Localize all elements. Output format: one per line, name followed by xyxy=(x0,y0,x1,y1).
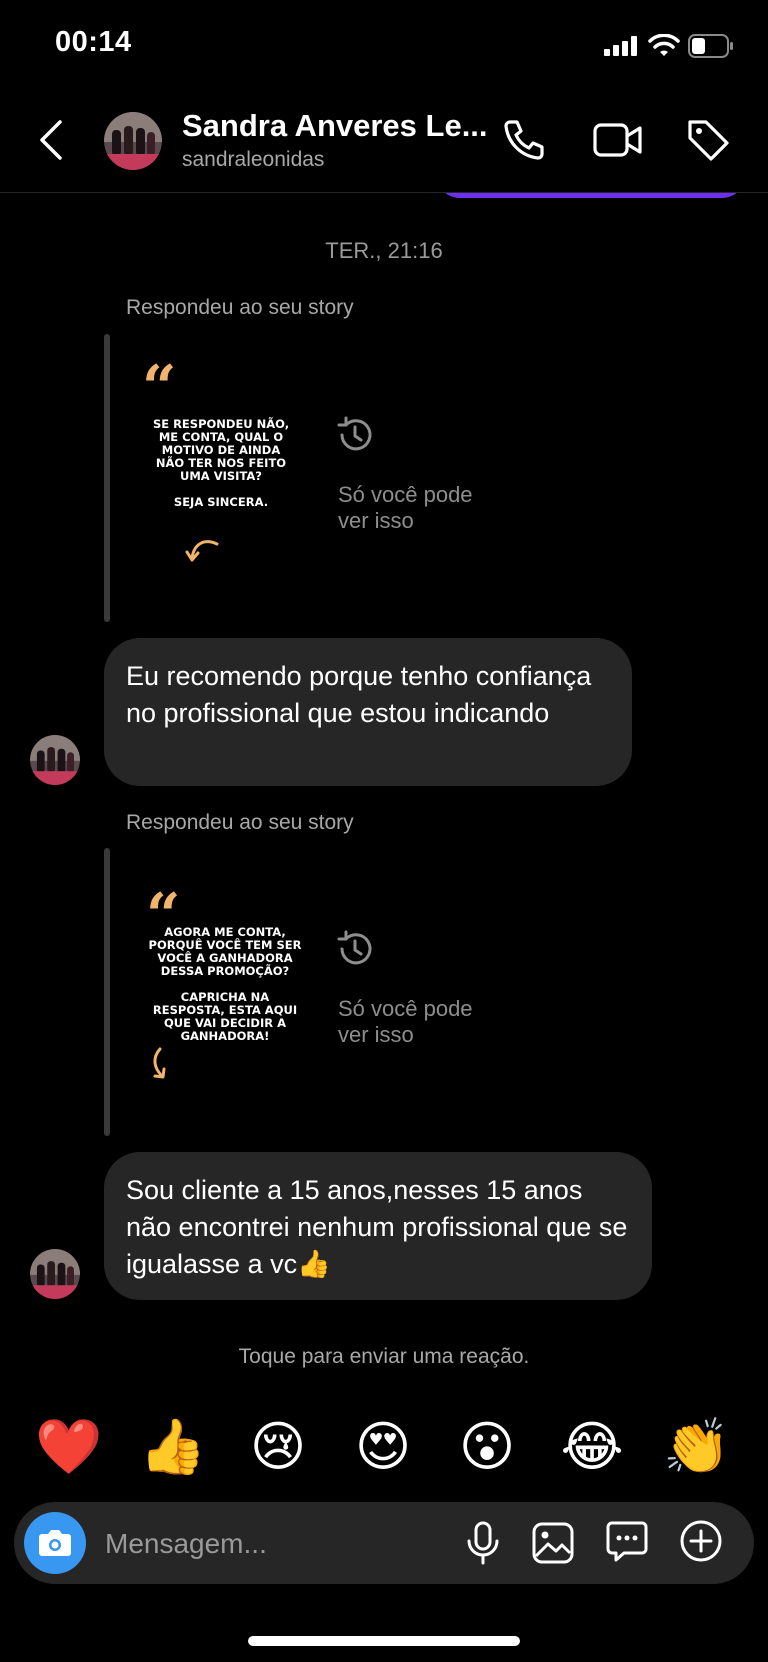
reaction-surprised[interactable]: 😮 xyxy=(452,1412,522,1482)
story-text: AGORA ME CONTA, PORQUÊ VOCÊ TEM SER VOCÊ… xyxy=(148,925,302,1043)
reaction-thumbs-up[interactable]: 👍 xyxy=(138,1412,208,1482)
gallery-icon[interactable] xyxy=(530,1520,576,1566)
quote-mark-icon: “ xyxy=(142,353,177,423)
story-reply-label: Respondeu ao seu story xyxy=(126,811,354,834)
contact-avatar[interactable] xyxy=(104,112,162,170)
tag-icon[interactable] xyxy=(684,116,732,164)
conversation-timestamp: TER., 21:16 xyxy=(325,238,443,263)
story-reply-label: Respondeu ao seu story xyxy=(126,296,354,319)
camera-icon xyxy=(39,1530,71,1556)
home-indicator[interactable] xyxy=(248,1636,520,1646)
story-text: SE RESPONDEU NÃO, ME CONTA, QUAL O MOTIV… xyxy=(152,417,290,509)
reaction-heart-eyes[interactable]: 😍 xyxy=(348,1412,418,1482)
received-message-bubble[interactable]: Eu recomendo porque tenho confiança no p… xyxy=(104,638,632,786)
sender-avatar[interactable] xyxy=(30,735,80,785)
video-call-icon[interactable] xyxy=(592,116,644,164)
chat-sticker-icon[interactable] xyxy=(604,1518,650,1564)
story-private-notice: Só você pode ver isso xyxy=(338,996,473,1047)
battery-icon xyxy=(688,34,733,58)
history-icon xyxy=(337,416,372,451)
message-input[interactable] xyxy=(103,1523,447,1565)
story-quote-bar xyxy=(104,848,110,1136)
microphone-icon[interactable] xyxy=(462,1520,504,1566)
camera-button[interactable] xyxy=(24,1512,86,1574)
story-thumbnail[interactable]: “ SE RESPONDEU NÃO, ME CONTA, QUAL O MOT… xyxy=(126,350,306,590)
wifi-icon xyxy=(648,34,680,56)
reaction-crying[interactable]: 😢 xyxy=(243,1412,313,1482)
header-divider xyxy=(0,192,768,193)
contact-username[interactable]: sandraleonidas xyxy=(182,148,324,172)
cellular-signal-icon xyxy=(604,36,637,56)
status-time: 00:14 xyxy=(55,26,132,58)
sender-avatar[interactable] xyxy=(30,1249,80,1299)
add-plus-icon[interactable] xyxy=(678,1518,724,1564)
phone-call-icon[interactable] xyxy=(500,116,548,164)
back-arrow-icon[interactable] xyxy=(36,118,66,162)
reaction-heart[interactable]: ❤️ xyxy=(34,1412,104,1482)
story-private-notice: Só você pode ver isso xyxy=(338,482,473,533)
avatar-photo-icon xyxy=(30,1249,80,1299)
story-thumbnail[interactable]: “ AGORA ME CONTA, PORQUÊ VOCÊ TEM SER VO… xyxy=(126,876,306,1116)
received-message-bubble[interactable]: Sou cliente a 15 anos,nesses 15 anos não… xyxy=(104,1152,652,1300)
avatar-photo-icon xyxy=(30,735,80,785)
reaction-laughing[interactable]: 😂 xyxy=(557,1412,627,1482)
story-quote-bar xyxy=(104,334,110,622)
reaction-clapping[interactable]: 👏 xyxy=(662,1412,732,1482)
avatar-photo-icon xyxy=(104,112,162,170)
curved-arrow-icon xyxy=(185,540,219,562)
reaction-hint: Toque para enviar uma reação. xyxy=(238,1345,530,1368)
history-icon xyxy=(337,930,372,965)
contact-name[interactable]: Sandra Anveres Le... xyxy=(182,108,488,144)
curved-arrow-icon xyxy=(153,1047,166,1079)
